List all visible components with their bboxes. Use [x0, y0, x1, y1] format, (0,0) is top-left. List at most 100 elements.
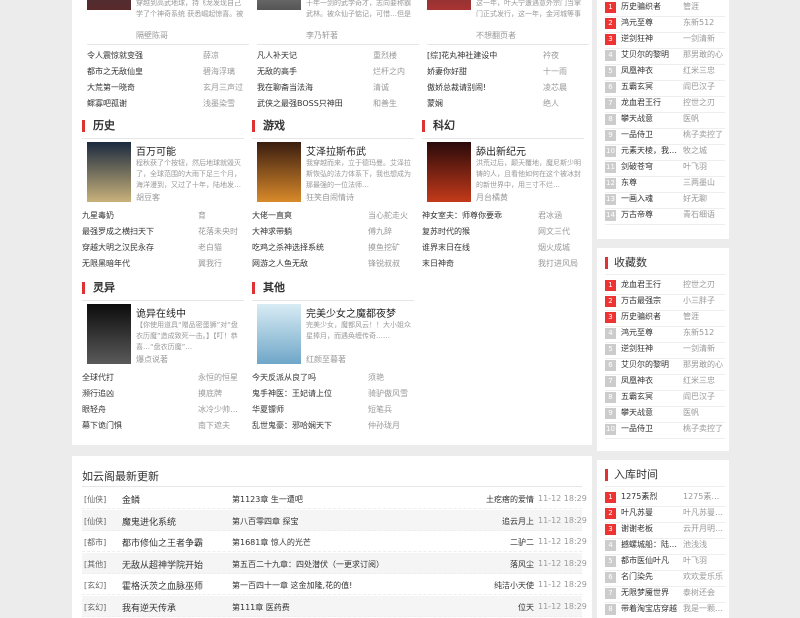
rank-book-name[interactable]: 凤凰神衣 — [621, 65, 681, 76]
rank-author[interactable]: 欢欢爱乐乐 — [683, 571, 727, 582]
rank-author[interactable]: 那男敢的心 — [683, 359, 727, 370]
category-title[interactable]: 其他 — [252, 282, 285, 294]
author-link[interactable]: 衿夜 — [543, 50, 559, 61]
rank-item[interactable]: 5 逆剑狂神 一剑清新 — [605, 342, 725, 358]
rank-book-name[interactable]: 艾贝尔的黎明 — [621, 49, 681, 60]
rank-author[interactable]: 控世之刃 — [683, 97, 727, 108]
rank-book-name[interactable]: 龙血君王行 — [621, 97, 681, 108]
rank-book-name[interactable]: 历史骗织者 — [621, 1, 681, 12]
rank-author[interactable]: 叶凡苏曼… — [683, 507, 727, 518]
author-link[interactable]: 网文三代 — [538, 226, 570, 237]
rank-item[interactable]: 10 一品侍卫 桃子卖控了 — [605, 422, 725, 438]
rank-book-name[interactable]: 鸿元至尊 — [621, 17, 681, 28]
rank-book-name[interactable]: 一画入魂 — [621, 193, 681, 204]
author-link[interactable]: 烟火成城 — [538, 242, 570, 253]
rank-author[interactable]: 青石细语 — [683, 209, 727, 220]
rank-book-name[interactable]: 鸿元至尊 — [621, 327, 681, 338]
rank-author[interactable]: 管涯 — [683, 1, 727, 12]
update-author[interactable]: 纯洁小天使 — [462, 580, 534, 591]
book-link[interactable]: 末日神奇 — [422, 258, 532, 269]
book-link[interactable]: 吃鸡之杀神选择系统 — [252, 242, 362, 253]
update-book-title[interactable]: 魔鬼进化系统 — [122, 515, 176, 528]
author-link[interactable]: 须艳 — [368, 372, 384, 383]
rank-author[interactable]: 医帆 — [683, 407, 727, 418]
book-link[interactable]: 大神求带躺 — [252, 226, 362, 237]
book-link[interactable]: 穿越大明之汉民永存 — [82, 242, 192, 253]
rank-author[interactable]: 阎巴汉子 — [683, 81, 727, 92]
category-title[interactable]: 灵异 — [82, 282, 115, 294]
rank-item[interactable]: 3 逆剑狂神 一剑清新 — [605, 32, 725, 48]
update-author[interactable]: 追云月上 — [462, 516, 534, 527]
update-chapter[interactable]: 第五百二十九章：四处潜伏（一更求订阅） — [232, 559, 384, 570]
rank-author[interactable]: 1275素… — [683, 491, 727, 502]
book-link[interactable]: 眼轻舟 — [82, 404, 192, 415]
book-link[interactable]: 神女室夫：师尊你要乖 — [422, 210, 532, 221]
book-link[interactable]: 谁界末日在线 — [422, 242, 532, 253]
rank-author[interactable]: 那男敢的心 — [683, 49, 727, 60]
book-link[interactable]: 全球代打 — [82, 372, 192, 383]
update-category[interactable]: [玄幻] — [84, 580, 106, 591]
rank-item[interactable]: 2 鸿元至尊 东新512 — [605, 16, 725, 32]
book-link[interactable]: 我在聊斋当法海 — [257, 82, 367, 93]
author-link[interactable]: 育 — [198, 210, 206, 221]
book-link[interactable]: 令人震惊就变强 — [87, 50, 197, 61]
book-link[interactable]: 武侠之最强BOSS只神田 — [257, 98, 367, 109]
update-author[interactable]: 二驴二 — [462, 537, 534, 548]
rank-book-name[interactable]: 逆剑狂神 — [621, 33, 681, 44]
update-book-title[interactable]: 无敌从超神学院开始 — [122, 558, 203, 571]
author-link[interactable]: 翼我行 — [198, 258, 222, 269]
book-cover[interactable] — [257, 304, 301, 364]
book-link[interactable]: 濒行追凶 — [82, 388, 192, 399]
rank-book-name[interactable]: 一品侍卫 — [621, 129, 681, 140]
rank-book-name[interactable]: 1275素烈 — [621, 491, 681, 502]
book-link[interactable]: 乱世鬼豪：邪哈娴天下 — [252, 420, 362, 431]
rank-item[interactable]: 8 带着淘宝店穿越 我是一颗… — [605, 602, 725, 618]
rank-author[interactable]: 一剑清新 — [683, 343, 727, 354]
rank-item[interactable]: 7 无限梦魇世界 泰树还会 — [605, 586, 725, 602]
author-link[interactable]: 和善生 — [373, 98, 397, 109]
rank-book-name[interactable]: 五霸玄冥 — [621, 391, 681, 402]
book-title[interactable]: 舔出新纪元 — [476, 143, 526, 158]
book-cover[interactable] — [427, 0, 471, 10]
rank-book-name[interactable]: 攀天战意 — [621, 113, 681, 124]
rank-book-name[interactable]: 元素天棱，我… — [621, 145, 681, 156]
rank-author[interactable]: 叶飞羽 — [683, 161, 727, 172]
rank-book-name[interactable]: 历史骗织者 — [621, 311, 681, 322]
rank-item[interactable]: 1 龙血君王行 控世之刃 — [605, 278, 725, 294]
book-link[interactable]: 无敌的高手 — [257, 66, 367, 77]
rank-book-name[interactable]: 龙血君王行 — [621, 279, 681, 290]
book-title[interactable]: 完美少女之魔都夜梦 — [306, 305, 396, 320]
rank-item[interactable]: 4 撼螺城船：陆… 池浅浅 — [605, 538, 725, 554]
rank-author[interactable]: 医帆 — [683, 113, 727, 124]
rank-author[interactable]: 我是一颗… — [683, 603, 727, 614]
rank-item[interactable]: 10 元素天棱，我… 牧之城 — [605, 144, 725, 160]
rank-book-name[interactable]: 谢谢老板 — [621, 523, 681, 534]
author-link[interactable]: 浅墨染雪 — [203, 98, 235, 109]
rank-book-name[interactable]: 都市医仙叶凡 — [621, 555, 681, 566]
update-author[interactable]: 土疙瘩的爱情 — [462, 494, 534, 505]
rank-author[interactable]: 东新512 — [683, 17, 727, 28]
rank-item[interactable]: 5 凤凰神衣 红米三忠 — [605, 64, 725, 80]
book-link[interactable]: 无限黑暗年代 — [82, 258, 192, 269]
author-link[interactable]: 当心舵走火 — [368, 210, 408, 221]
rank-book-name[interactable]: 五霸玄冥 — [621, 81, 681, 92]
book-title[interactable]: 百万可能 — [136, 143, 176, 158]
rank-book-name[interactable]: 东尊 — [621, 177, 681, 188]
rank-author[interactable]: 好无聊 — [683, 193, 727, 204]
update-book-title[interactable]: 金鳞 — [122, 493, 140, 506]
rank-item[interactable]: 5 都市医仙叶凡 叶飞羽 — [605, 554, 725, 570]
category-title[interactable]: 游戏 — [252, 120, 285, 132]
book-author[interactable]: 爆点说著 — [136, 354, 168, 365]
rank-book-name[interactable]: 一品侍卫 — [621, 423, 681, 434]
update-author[interactable]: 落风尘 — [462, 559, 534, 570]
rank-item[interactable]: 12 东尊 三两墨山 — [605, 176, 725, 192]
book-link[interactable]: 网游之人鱼无敌 — [252, 258, 362, 269]
author-link[interactable]: 绝人 — [543, 98, 559, 109]
rank-item[interactable]: 6 五霸玄冥 阎巴汉子 — [605, 80, 725, 96]
rank-item[interactable]: 13 一画入魂 好无聊 — [605, 192, 725, 208]
update-category[interactable]: [仙侠] — [84, 516, 106, 527]
rank-item[interactable]: 11 剑破苍穹 叶飞羽 — [605, 160, 725, 176]
rank-book-name[interactable]: 叶凡苏曼 — [621, 507, 681, 518]
update-chapter[interactable]: 第八百零四章 探宝 — [232, 516, 299, 527]
update-book-title[interactable]: 霍格沃茨之血脉巫师 — [122, 579, 203, 592]
